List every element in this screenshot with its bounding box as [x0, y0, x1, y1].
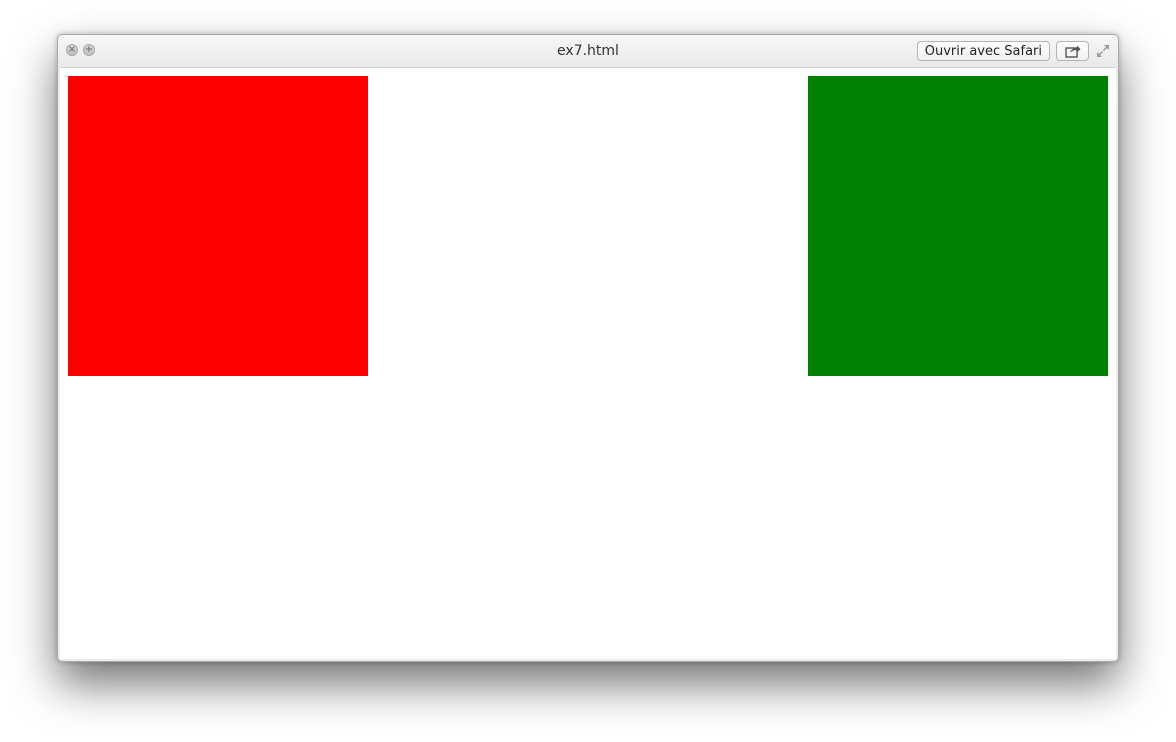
fullscreen-button[interactable]: [1096, 44, 1110, 58]
green-square: [808, 76, 1108, 376]
share-button[interactable]: [1056, 41, 1089, 61]
fullscreen-icon: [1097, 45, 1109, 57]
red-square: [68, 76, 368, 376]
html-preview-content: [60, 67, 1116, 659]
open-with-safari-button[interactable]: Ouvrir avec Safari: [916, 41, 1050, 61]
title-bar[interactable]: × + ex7.html Ouvrir avec Safari: [58, 35, 1118, 67]
share-icon: [1065, 45, 1081, 58]
quicklook-window: × + ex7.html Ouvrir avec Safari: [57, 34, 1119, 662]
